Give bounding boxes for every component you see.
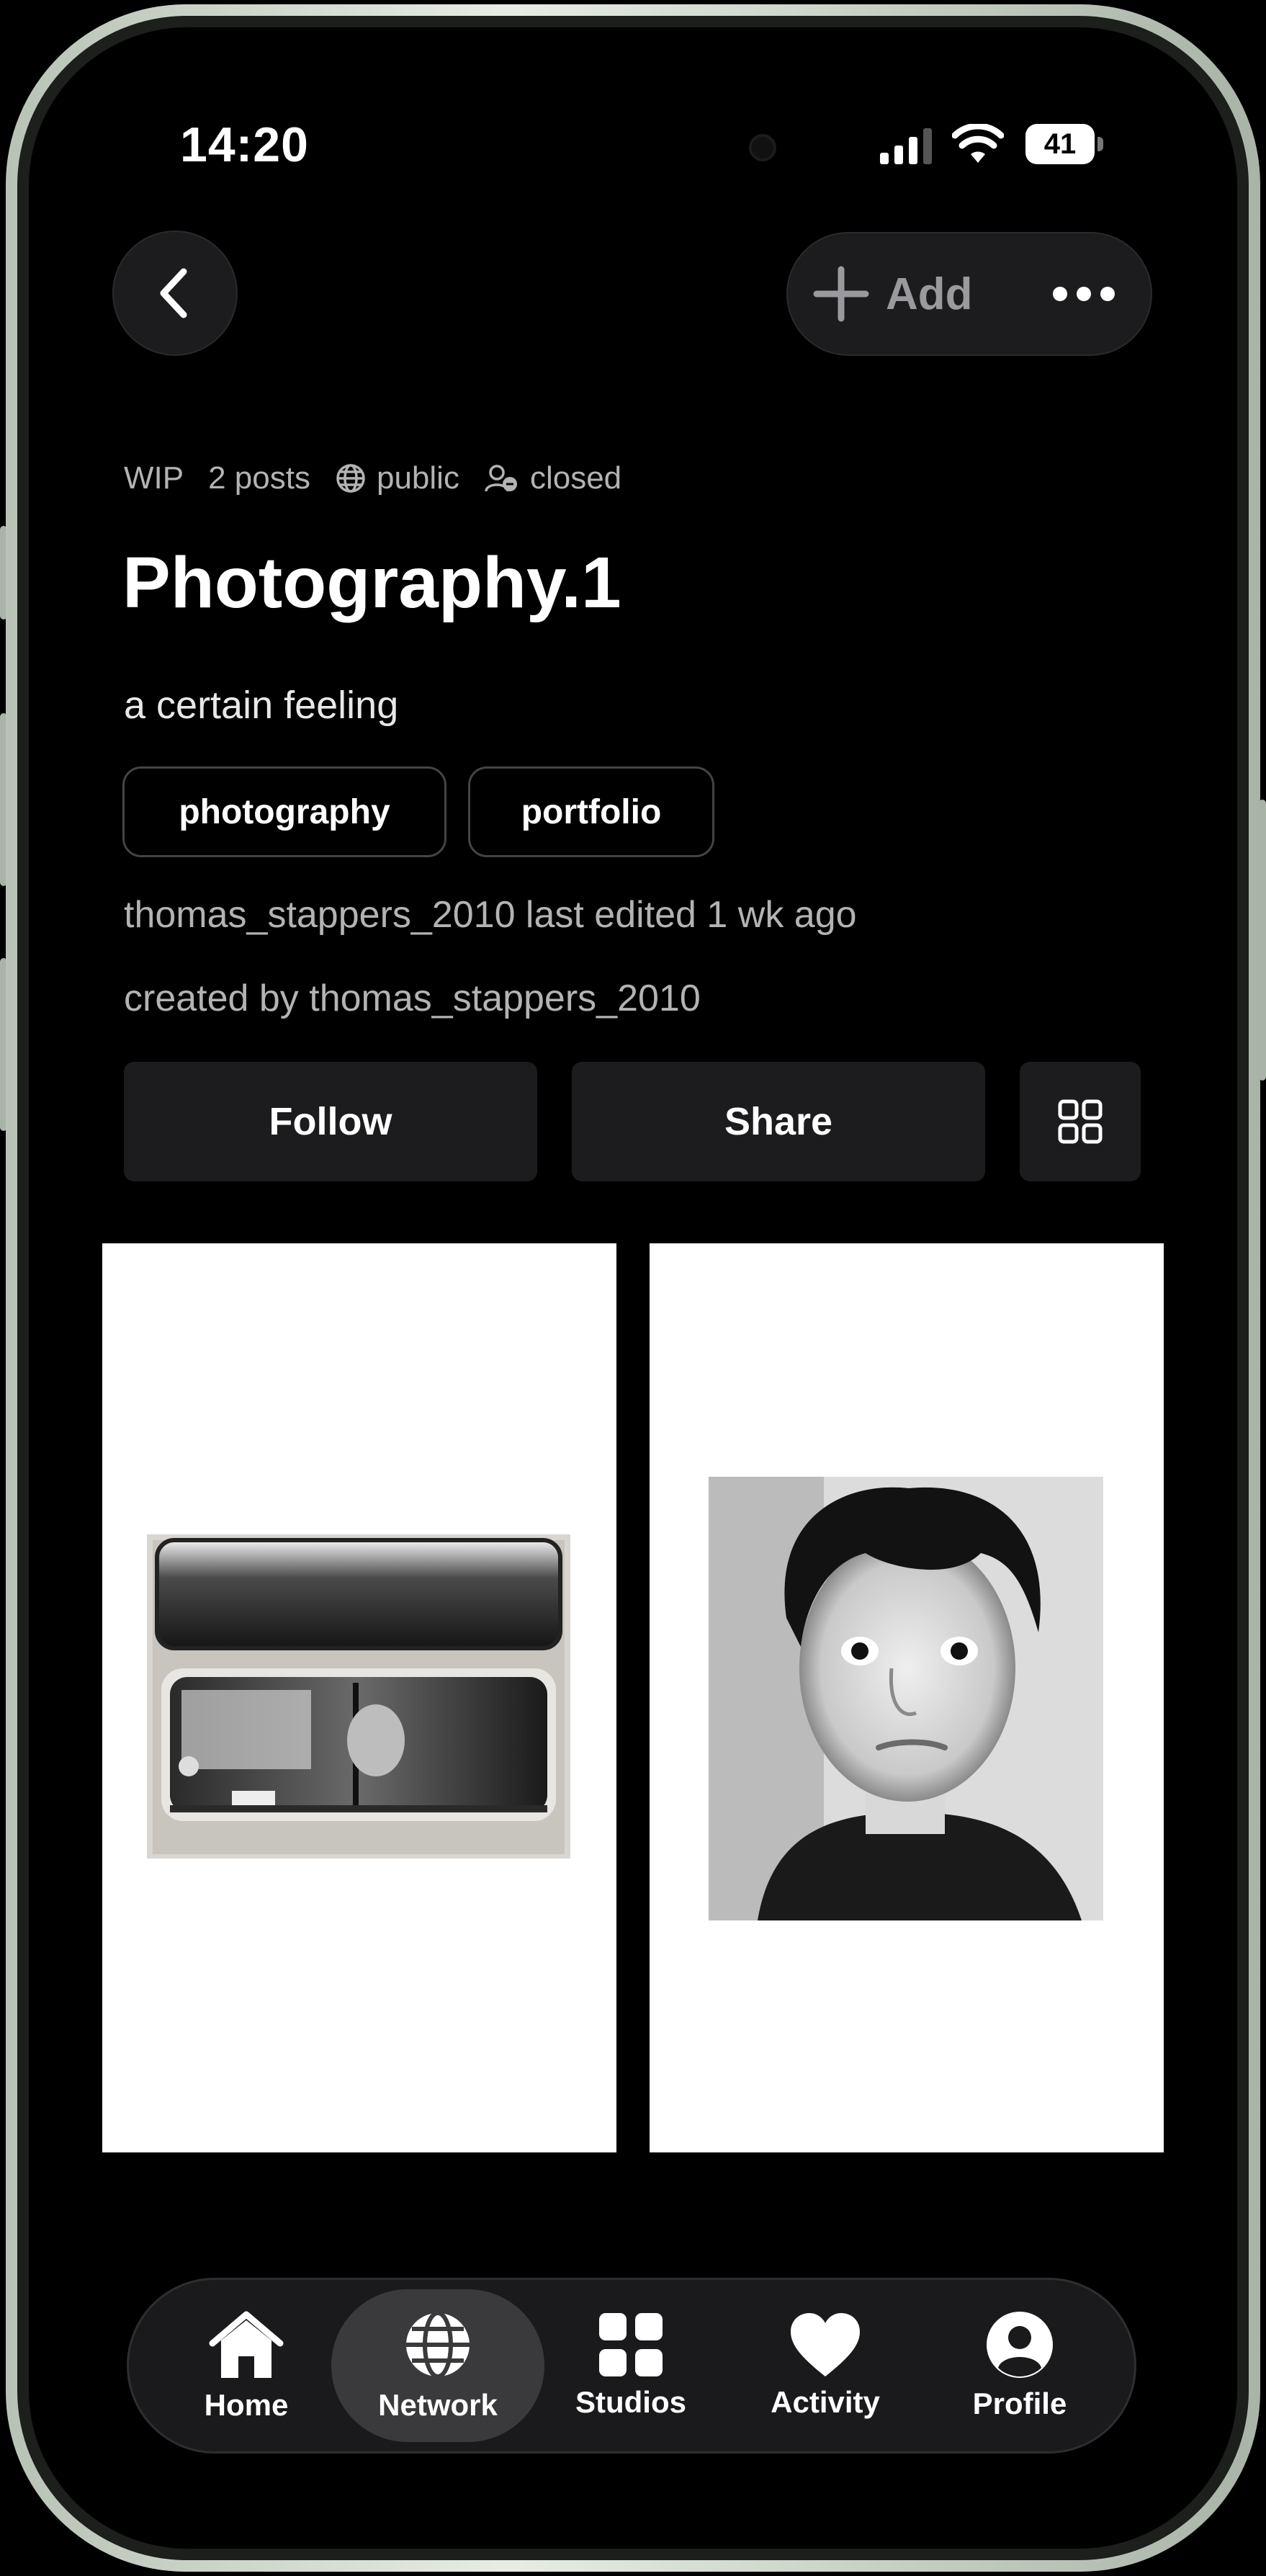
page-title: Photography.1 — [122, 542, 621, 623]
nav-label-home: Home — [204, 2388, 289, 2422]
created-by-text: created by thomas_stappers_2010 — [124, 978, 701, 1019]
battery-icon: 41 — [1025, 124, 1105, 164]
nav-item-studios[interactable]: Studios — [552, 2288, 710, 2443]
membership-label: closed — [529, 460, 622, 496]
profile-icon — [987, 2312, 1053, 2378]
closed-group-icon — [485, 465, 517, 492]
last-edited-text: thomas_stappers_2010 last edited 1 wk ag… — [124, 894, 857, 936]
status-time: 14:20 — [180, 117, 309, 172]
battery-level: 41 — [1025, 124, 1095, 164]
studios-grid-icon — [599, 2313, 663, 2376]
collection-meta-row: WIP 2 posts public closed — [124, 458, 621, 498]
wifi-icon — [952, 124, 1004, 163]
globe-icon — [336, 464, 365, 493]
share-button[interactable]: Share — [572, 1062, 985, 1181]
battery-tip — [1097, 137, 1103, 151]
post-count: 2 posts — [208, 460, 310, 496]
nav-label-studios: Studios — [575, 2385, 686, 2419]
photo-train-window — [147, 1534, 570, 1859]
more-dots-icon — [1053, 287, 1115, 301]
tag-photography[interactable]: photography — [122, 766, 446, 857]
status-badge: WIP — [124, 460, 184, 496]
visibility-indicator: public — [335, 460, 459, 496]
nav-item-network[interactable]: Network — [359, 2288, 517, 2443]
tag-portfolio[interactable]: portfolio — [468, 766, 714, 857]
globe-icon — [406, 2311, 470, 2379]
membership-indicator: closed — [484, 460, 621, 496]
add-button[interactable]: Add — [812, 252, 1000, 336]
post-card-1[interactable] — [102, 1243, 616, 2152]
back-button[interactable] — [112, 231, 238, 356]
grid-view-icon — [1058, 1099, 1103, 1144]
cellular-signal-icon — [880, 128, 932, 164]
photo-boy-portrait — [709, 1477, 1103, 1920]
visibility-label: public — [376, 460, 459, 496]
home-icon — [209, 2311, 284, 2378]
follow-button[interactable]: Follow — [124, 1062, 537, 1181]
more-button[interactable] — [1037, 252, 1131, 336]
camera-dot-icon — [749, 134, 776, 161]
plus-icon — [813, 266, 869, 322]
nav-label-profile: Profile — [972, 2387, 1067, 2420]
collection-description: a certain feeling — [124, 684, 399, 727]
add-label: Add — [886, 269, 973, 319]
nav-label-activity: Activity — [771, 2385, 880, 2419]
nav-label-network: Network — [378, 2388, 498, 2422]
post-card-2[interactable] — [650, 1243, 1164, 2152]
heart-icon — [791, 2313, 860, 2376]
nav-item-activity[interactable]: Activity — [746, 2288, 904, 2443]
nav-item-home[interactable]: Home — [167, 2288, 326, 2443]
nav-item-profile[interactable]: Profile — [940, 2288, 1099, 2443]
chevron-left-icon — [160, 268, 187, 318]
layout-toggle-button[interactable] — [1020, 1062, 1141, 1181]
